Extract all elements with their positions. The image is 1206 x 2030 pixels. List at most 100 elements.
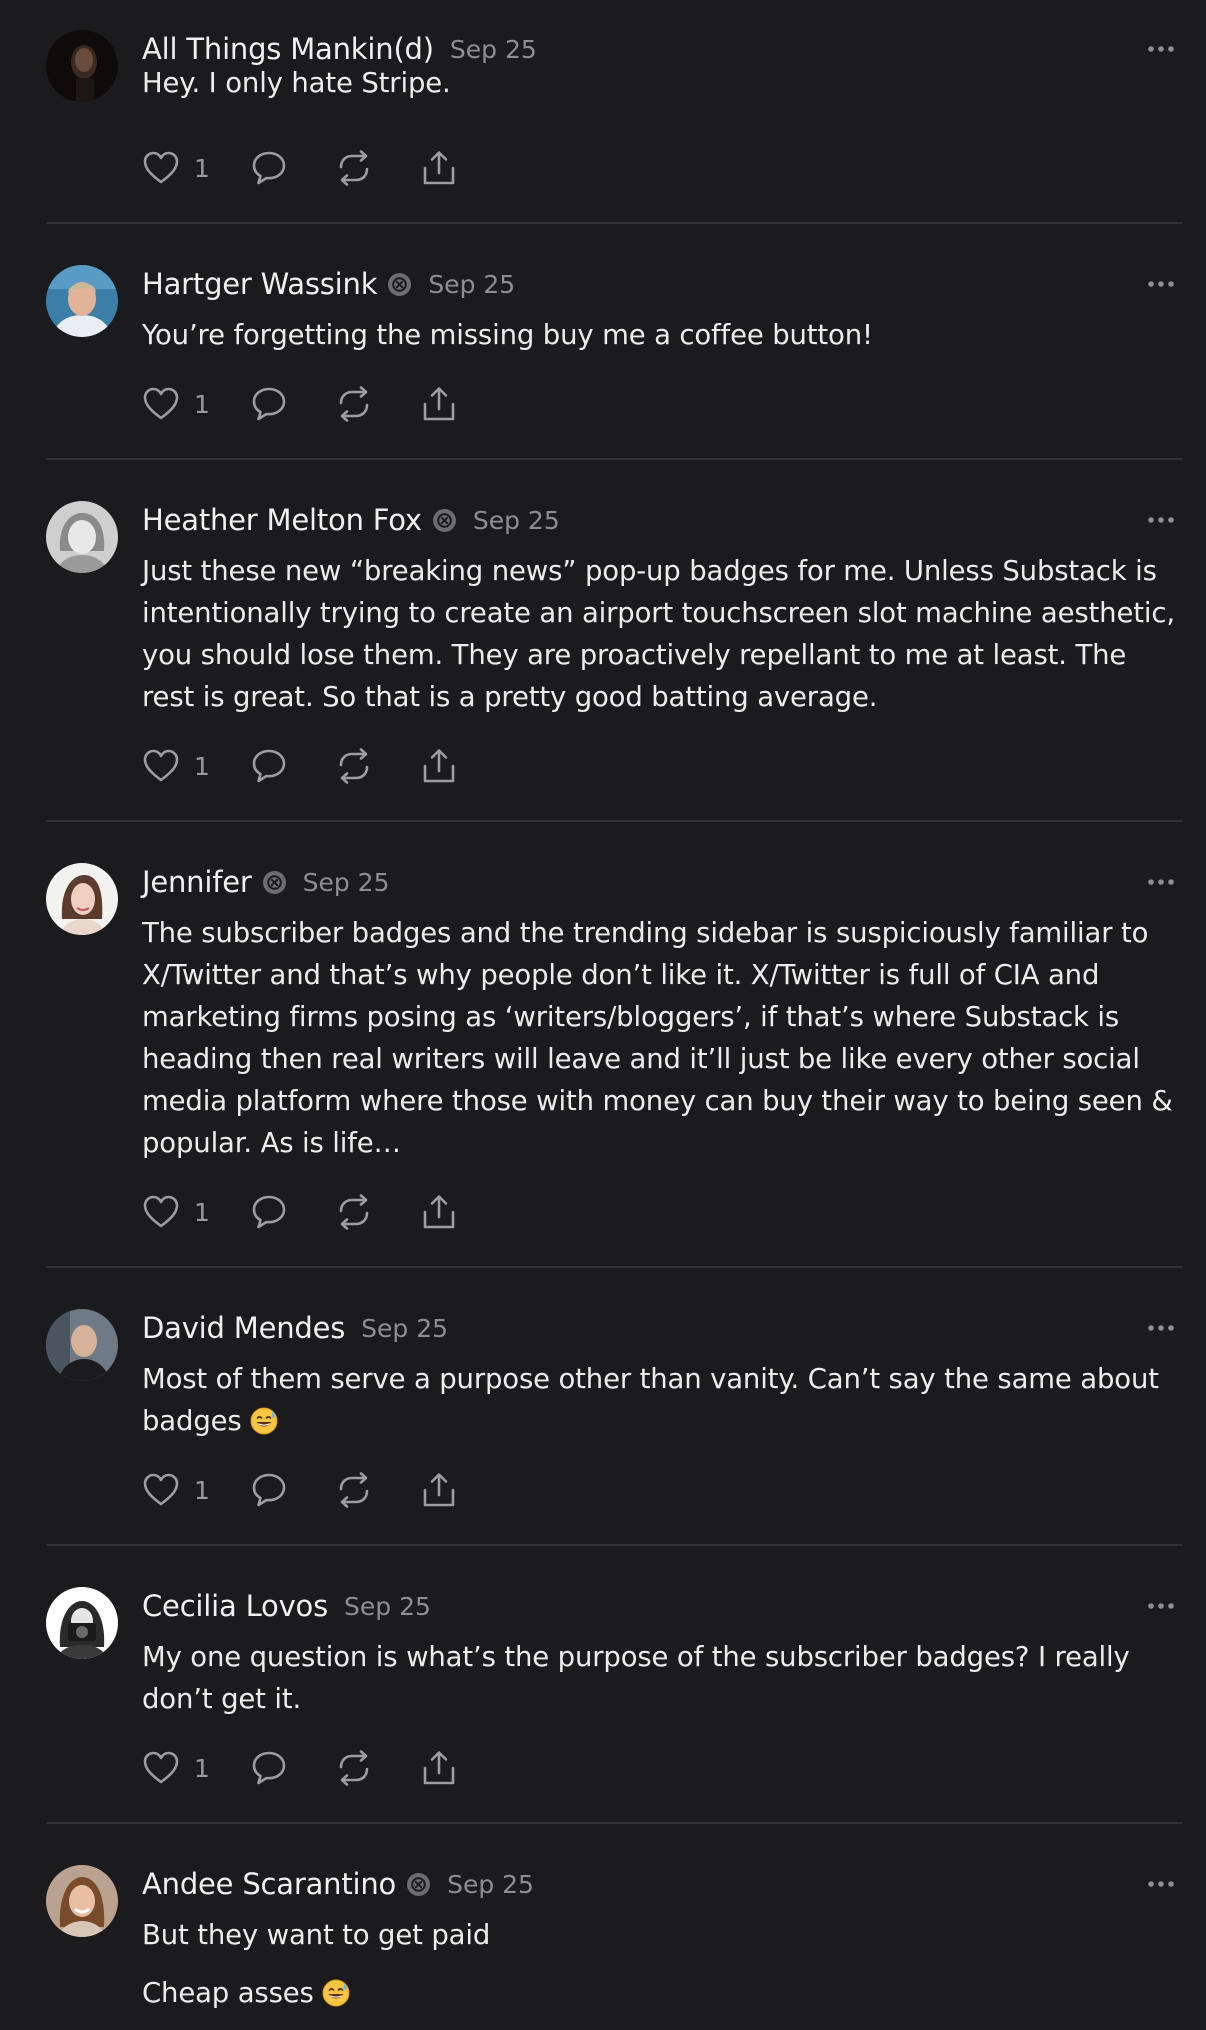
like-button[interactable]: 1 (142, 1194, 250, 1230)
like-button[interactable]: 1 (142, 150, 250, 186)
subscriber-badge-icon (432, 508, 457, 533)
share-button[interactable] (420, 1749, 458, 1787)
author-name[interactable]: Jennifer (142, 865, 252, 899)
comment-header: Hartger Wassink Sep 25 (142, 263, 515, 305)
reply-button[interactable] (250, 1471, 335, 1509)
reply-button[interactable] (250, 747, 335, 785)
avatar[interactable] (46, 265, 118, 337)
comment-bubble-icon (250, 747, 288, 785)
like-button[interactable]: 1 (142, 1472, 250, 1508)
avatar[interactable] (46, 501, 118, 573)
restack-button[interactable] (335, 1750, 420, 1786)
comment-item: Heather Melton Fox Sep 25 Just these new “… (46, 460, 1182, 822)
restack-button[interactable] (335, 1194, 420, 1230)
comment-paragraph: But they want to get paid (142, 1914, 1182, 1956)
subscriber-badge-icon (387, 272, 412, 297)
reply-button[interactable] (250, 1193, 335, 1231)
author-name[interactable]: Cecilia Lovos (142, 1589, 328, 1623)
reply-button[interactable] (250, 149, 335, 187)
share-button[interactable] (420, 747, 458, 785)
comment-item: All Things Mankin(d) Sep 25 Hey. I only ha… (46, 0, 1182, 224)
subscriber-badge-icon (406, 1872, 431, 1897)
comment-date[interactable]: Sep 25 (303, 868, 390, 897)
more-dots-icon[interactable] (1146, 1872, 1176, 1896)
comment-bubble-icon (250, 385, 288, 423)
comment-text: Most of them serve a purpose other than … (142, 1358, 1182, 1442)
avatar[interactable] (46, 1587, 118, 1659)
comment-text: Hey. I only hate Stripe. (142, 62, 1182, 104)
like-count: 1 (194, 153, 210, 183)
share-icon (420, 385, 458, 423)
avatar[interactable] (46, 1865, 118, 1937)
restack-button[interactable] (335, 748, 420, 784)
restack-button[interactable] (335, 150, 420, 186)
comment-paragraph: The subscriber badges and the trending s… (142, 912, 1182, 1164)
author-name[interactable]: Andee Scarantino (142, 1867, 396, 1901)
comment-date[interactable]: Sep 25 (447, 1870, 534, 1899)
reply-button[interactable] (250, 385, 335, 423)
share-button[interactable] (420, 1471, 458, 1509)
author-name[interactable]: Hartger Wassink (142, 267, 378, 301)
comment-date[interactable]: Sep 25 (344, 1592, 431, 1621)
comment-body: Jennifer Sep 25 The subscriber badges and … (142, 822, 1182, 1268)
comment-text: Just these new “breaking news” pop-up ba… (142, 550, 1182, 718)
comment-body: Heather Melton Fox Sep 25 Just these new “… (142, 460, 1182, 822)
comment-date[interactable]: Sep 25 (473, 506, 560, 535)
like-count: 1 (194, 751, 210, 781)
comment-header: Andee Scarantino Sep 25 (142, 1863, 534, 1905)
comment-header: Heather Melton Fox Sep 25 (142, 499, 560, 541)
comment-bubble-icon (250, 1193, 288, 1231)
comment-body: Cecilia Lovos Sep 25 My one question is wh… (142, 1546, 1182, 1824)
more-dots-icon[interactable] (1146, 37, 1176, 61)
share-button[interactable] (420, 1193, 458, 1231)
grinning-sweat-emoji-icon (250, 1405, 278, 1435)
reply-button[interactable] (250, 1749, 335, 1787)
more-dots-icon[interactable] (1146, 272, 1176, 296)
comment-text: The subscriber badges and the trending s… (142, 912, 1182, 1164)
comment-actions: 1 (142, 1748, 458, 1788)
more-dots-icon[interactable] (1146, 508, 1176, 532)
like-button[interactable]: 1 (142, 748, 250, 784)
comment-date[interactable]: Sep 25 (428, 270, 515, 299)
comment-paragraph: My one question is what’s the purpose of… (142, 1636, 1182, 1720)
restack-button[interactable] (335, 1472, 420, 1508)
heart-icon (142, 1472, 180, 1508)
restack-icon (335, 1194, 373, 1230)
like-button[interactable]: 1 (142, 1750, 250, 1786)
comment-date[interactable]: Sep 25 (450, 35, 537, 64)
heart-icon (142, 1750, 180, 1786)
heart-icon (142, 386, 180, 422)
restack-icon (335, 386, 373, 422)
avatar[interactable] (46, 863, 118, 935)
like-button[interactable]: 1 (142, 386, 250, 422)
more-dots-icon[interactable] (1146, 1316, 1176, 1340)
share-button[interactable] (420, 149, 458, 187)
comment-date[interactable]: Sep 25 (361, 1314, 448, 1343)
comment-body: David Mendes Sep 25 Most of them serve a p… (142, 1268, 1182, 1546)
comment-header: Cecilia Lovos Sep 25 (142, 1585, 431, 1627)
avatar[interactable] (46, 1309, 118, 1381)
like-count: 1 (194, 1753, 210, 1783)
restack-button[interactable] (335, 386, 420, 422)
avatar[interactable] (46, 30, 118, 102)
restack-icon (335, 748, 373, 784)
comment-bubble-icon (250, 149, 288, 187)
like-count: 1 (194, 1475, 210, 1505)
comment-item: Jennifer Sep 25 The subscriber badges and … (46, 822, 1182, 1268)
author-name[interactable]: All Things Mankin(d) (142, 32, 434, 66)
comment-paragraph: Most of them serve a purpose other than … (142, 1358, 1182, 1442)
comment-bubble-icon (250, 1471, 288, 1509)
comment-item: Andee Scarantino Sep 25 But they want to g… (46, 1824, 1182, 2030)
author-name[interactable]: David Mendes (142, 1311, 345, 1345)
share-icon (420, 747, 458, 785)
share-icon (420, 1471, 458, 1509)
comment-body: All Things Mankin(d) Sep 25 Hey. I only ha… (142, 0, 1182, 224)
more-dots-icon[interactable] (1146, 870, 1176, 894)
more-dots-icon[interactable] (1146, 1594, 1176, 1618)
heart-icon (142, 1194, 180, 1230)
author-name[interactable]: Heather Melton Fox (142, 503, 422, 537)
comment-actions: 1 (142, 384, 458, 424)
share-button[interactable] (420, 385, 458, 423)
share-icon (420, 1749, 458, 1787)
subscriber-badge-icon (262, 870, 287, 895)
